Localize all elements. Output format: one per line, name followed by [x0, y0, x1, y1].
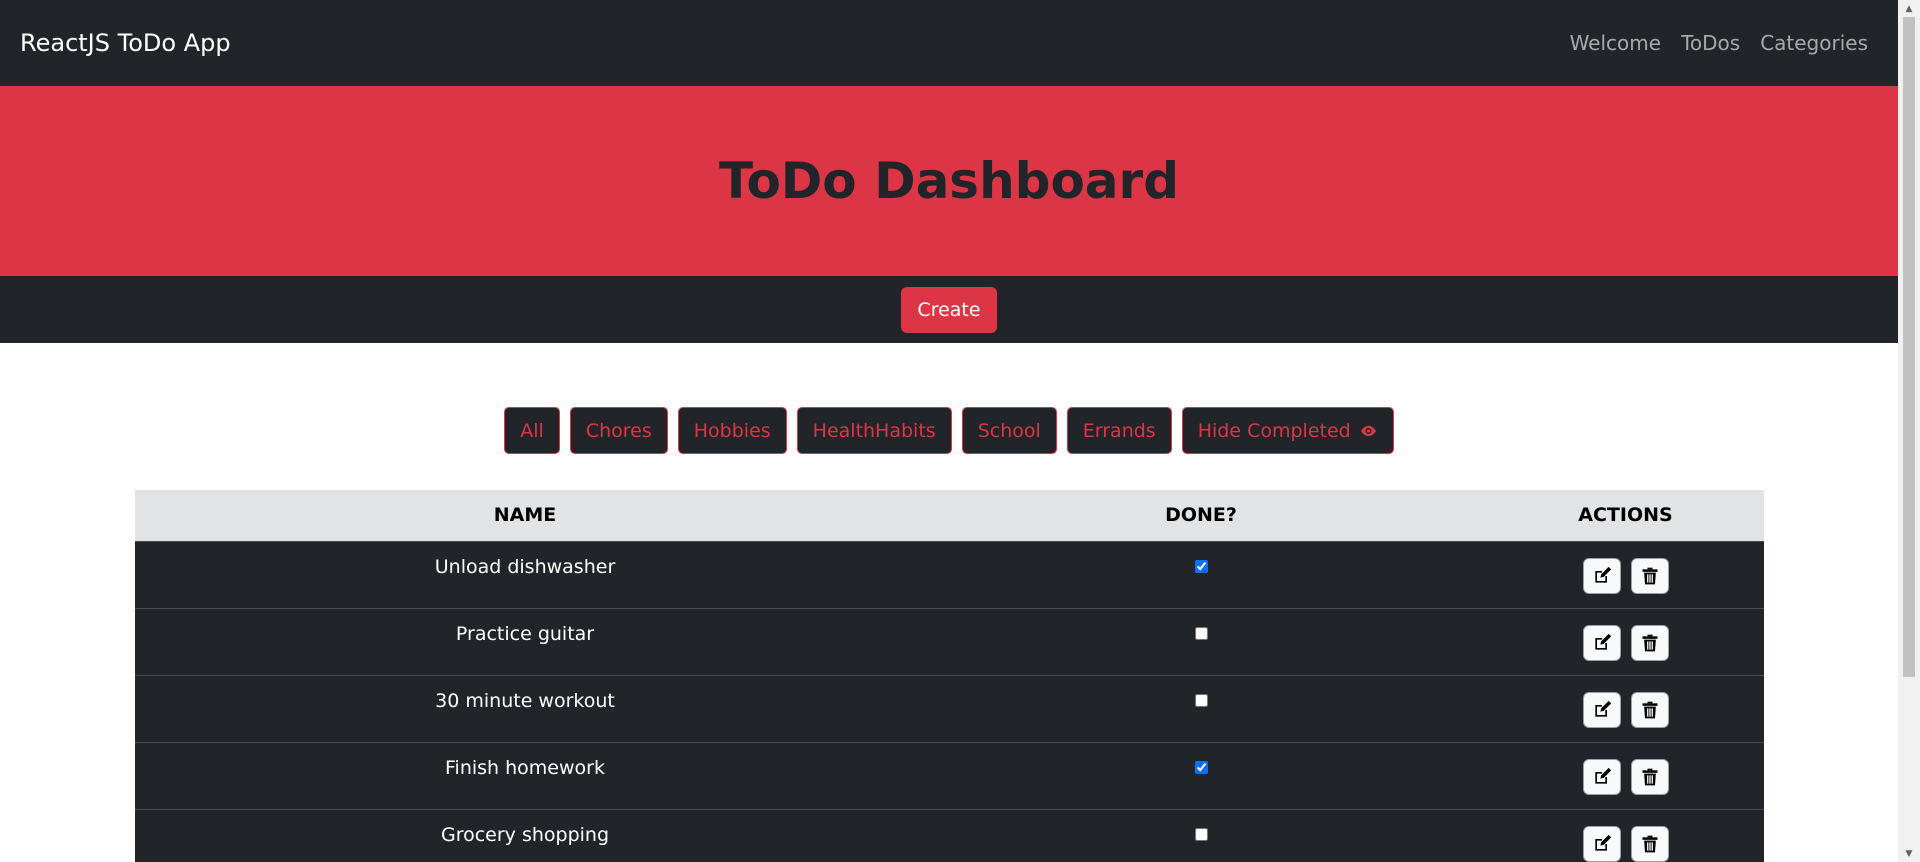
brand-link[interactable]: ReactJS ToDo App — [20, 29, 231, 57]
delete-button[interactable] — [1630, 557, 1669, 594]
table-header-row: NAME DONE? ACTIONS — [135, 490, 1764, 541]
done-cell — [915, 809, 1487, 862]
column-header-actions: ACTIONS — [1578, 504, 1673, 527]
action-buttons — [1582, 557, 1669, 594]
edit-button[interactable] — [1582, 624, 1621, 661]
navbar: ReactJS ToDo App Welcome ToDos Categorie… — [0, 0, 1898, 86]
edit-button[interactable] — [1582, 758, 1621, 795]
todo-name: 30 minute workout — [435, 689, 615, 712]
nav-link-todos[interactable]: ToDos — [1681, 31, 1740, 55]
done-checkbox[interactable] — [1194, 559, 1208, 573]
content: ReactJS ToDo App Welcome ToDos Categorie… — [0, 0, 1898, 862]
filter-all-button[interactable]: All — [504, 407, 560, 454]
dashboard-banner: ToDo Dashboard — [0, 86, 1898, 276]
todo-name: Finish homework — [445, 756, 605, 779]
table-body: Unload dishwasher Practice guitar 30 min… — [135, 541, 1764, 862]
page: ReactJS ToDo App Welcome ToDos Categorie… — [0, 0, 1920, 862]
scroll-down-arrow-icon[interactable]: ▼ — [1898, 845, 1920, 862]
nav-link-categories[interactable]: Categories — [1760, 31, 1868, 55]
create-button[interactable]: Create — [901, 286, 997, 333]
filter-errands-button[interactable]: Errands — [1066, 407, 1172, 454]
table-row: Grocery shopping — [135, 809, 1764, 862]
eye-icon — [1360, 425, 1376, 436]
actions-cell — [1487, 675, 1764, 742]
done-checkbox[interactable] — [1194, 626, 1208, 640]
todo-name: Grocery shopping — [440, 823, 610, 846]
nav-link-welcome[interactable]: Welcome — [1570, 31, 1661, 55]
action-buttons — [1582, 758, 1669, 795]
trash-icon — [1642, 634, 1657, 651]
trash-icon — [1642, 701, 1657, 718]
done-checkbox[interactable] — [1194, 760, 1208, 774]
column-header-done: DONE? — [1165, 504, 1237, 527]
delete-button[interactable] — [1630, 691, 1669, 728]
filter-healthhabits-button[interactable]: HealthHabits — [796, 407, 952, 454]
done-cell — [915, 608, 1487, 675]
delete-button[interactable] — [1630, 758, 1669, 795]
table-row: 30 minute workout — [135, 675, 1764, 742]
done-cell — [915, 742, 1487, 809]
actions-cell — [1487, 608, 1764, 675]
edit-icon — [1594, 633, 1611, 650]
actions-cell — [1487, 541, 1764, 608]
edit-icon — [1594, 767, 1611, 784]
create-bar: Create — [0, 276, 1898, 343]
todo-table: NAME DONE? ACTIONS Unload dishwasher Pra… — [135, 490, 1764, 862]
todo-name: Practice guitar — [455, 622, 595, 645]
hide-completed-label: Hide Completed — [1197, 419, 1351, 442]
edit-button[interactable] — [1582, 691, 1621, 728]
filter-school-button[interactable]: School — [961, 407, 1057, 454]
column-header-name: NAME — [493, 504, 557, 527]
done-checkbox[interactable] — [1194, 827, 1208, 841]
hide-completed-button[interactable]: Hide Completed — [1181, 407, 1394, 454]
actions-cell — [1487, 809, 1764, 862]
nav-links: Welcome ToDos Categories — [1570, 31, 1868, 55]
delete-button[interactable] — [1630, 825, 1669, 862]
category-filters: All Chores Hobbies HealthHabits School E… — [0, 407, 1898, 454]
vertical-scrollbar[interactable]: ▲ ▼ — [1898, 0, 1920, 862]
action-buttons — [1582, 691, 1669, 728]
trash-icon — [1642, 567, 1657, 584]
edit-button[interactable] — [1582, 825, 1621, 862]
trash-icon — [1642, 768, 1657, 785]
page-title: ToDo Dashboard — [718, 152, 1179, 210]
done-cell — [915, 675, 1487, 742]
scroll-up-arrow-icon[interactable]: ▲ — [1898, 0, 1920, 17]
table-row: Unload dishwasher — [135, 541, 1764, 608]
edit-button[interactable] — [1582, 557, 1621, 594]
edit-icon — [1594, 566, 1611, 583]
delete-button[interactable] — [1630, 624, 1669, 661]
actions-cell — [1487, 742, 1764, 809]
edit-icon — [1594, 700, 1611, 717]
trash-icon — [1642, 835, 1657, 852]
todo-name: Unload dishwasher — [434, 555, 616, 578]
filter-chores-button[interactable]: Chores — [569, 407, 668, 454]
filter-hobbies-button[interactable]: Hobbies — [677, 407, 787, 454]
action-buttons — [1582, 825, 1669, 862]
done-checkbox[interactable] — [1194, 693, 1208, 707]
table-row: Finish homework — [135, 742, 1764, 809]
edit-icon — [1594, 834, 1611, 851]
action-buttons — [1582, 624, 1669, 661]
table-row: Practice guitar — [135, 608, 1764, 675]
done-cell — [915, 541, 1487, 608]
scrollbar-thumb[interactable] — [1903, 17, 1915, 677]
